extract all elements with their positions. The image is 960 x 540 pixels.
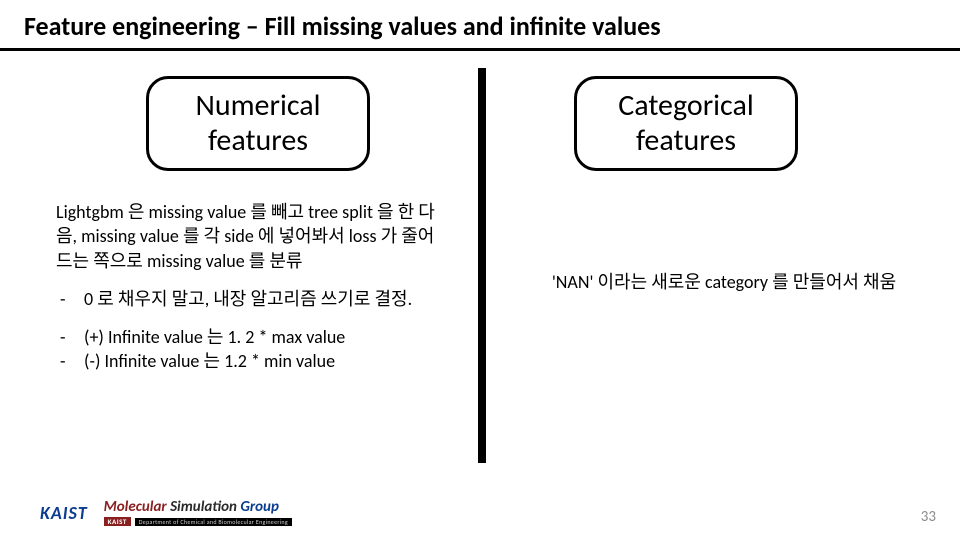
msg-word-molecular: Molecular (104, 498, 170, 516)
bullet-zero-fill: 0 로 채우지 말고, 내장 알고리즘 쓰기로 결정. (56, 287, 436, 311)
numerical-paragraph: Lightgbm 은 missing value 를 빼고 tree split… (56, 200, 436, 273)
card-numerical: Numerical features (146, 76, 370, 171)
title-underline (0, 48, 960, 51)
msg-badge: KAIST (104, 517, 131, 526)
msg-dept: Department of Chemical and Biomolecular … (135, 518, 292, 526)
categorical-paragraph: 'NAN' 이라는 새로운 category 를 만들어서 채움 (540, 270, 908, 294)
bullet-pos-infinite: (+) Infinite value 는 1. 2 * max value (56, 325, 436, 349)
footer: KAIST Molecular Simulation Group KAIST D… (40, 500, 292, 526)
msg-title: Molecular Simulation Group (104, 500, 292, 515)
msg-word-simulation: Simulation (170, 498, 240, 516)
page-number: 33 (921, 508, 936, 526)
msg-logo: Molecular Simulation Group KAIST Departm… (104, 500, 292, 526)
msg-subline: KAIST Department of Chemical and Biomole… (104, 517, 292, 526)
card-categorical: Categorical features (574, 76, 798, 171)
slide-title: Feature engineering – Fill missing value… (24, 10, 661, 42)
slide: Feature engineering – Fill missing value… (0, 0, 960, 540)
kaist-logo: KAIST (40, 502, 88, 524)
numerical-body: Lightgbm 은 missing value 를 빼고 tree split… (56, 200, 436, 388)
bullet-neg-infinite: (-) Infinite value 는 1.2 * min value (56, 349, 436, 373)
categorical-body: 'NAN' 이라는 새로운 category 를 만들어서 채움 (540, 270, 908, 294)
numerical-bullets: 0 로 채우지 말고, 내장 알고리즘 쓰기로 결정. (+) Infinite… (56, 287, 436, 374)
msg-word-group: Group (240, 498, 279, 516)
vertical-divider (478, 68, 486, 463)
